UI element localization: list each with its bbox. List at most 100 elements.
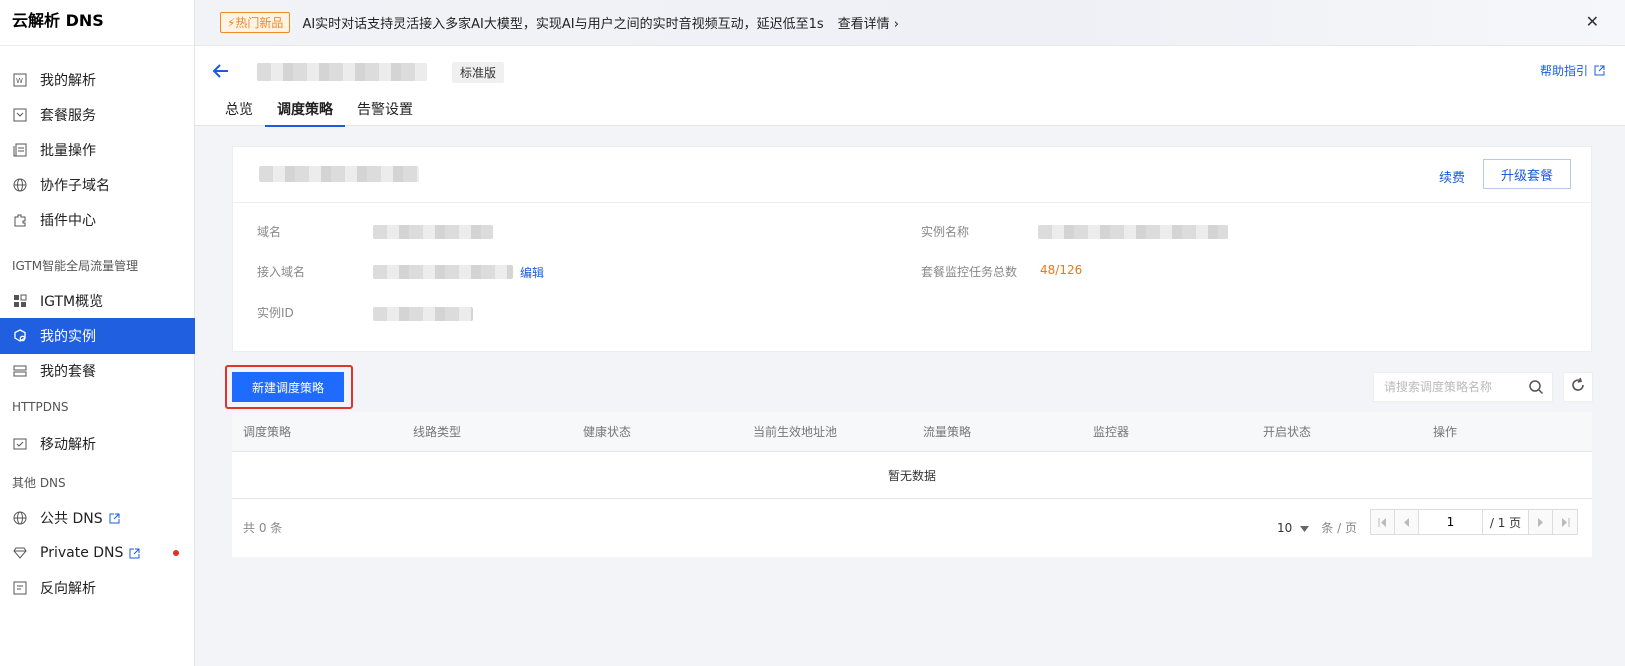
hot-new-tag: ⚡热门新品 xyxy=(220,12,291,33)
mobile-dns-icon xyxy=(12,436,28,452)
column-header: 当前生效地址池 xyxy=(753,425,838,439)
total-pages: / 1 页 xyxy=(1483,510,1529,534)
chevron-down-icon xyxy=(1300,521,1310,535)
page-size-unit: 条 / 页 xyxy=(1321,521,1357,535)
banner-text: AI实时对话支持灵活接入多家AI大模型，实现AI与用户之间的实时音视频互动，延迟… xyxy=(302,17,824,32)
grid-icon xyxy=(12,293,28,309)
domain-value-redacted xyxy=(373,225,493,239)
help-link[interactable]: 帮助指引 xyxy=(1540,62,1605,79)
sidebar-item-label: 我的解析 xyxy=(40,73,96,89)
tab-alarm-settings[interactable]: 告警设置 xyxy=(345,99,425,127)
monitor-total-value: 48/126 xyxy=(1040,263,1083,277)
monitor-total-label: 套餐监控任务总数 xyxy=(921,265,1018,279)
sidebar-item-plugin-center[interactable]: 插件中心 xyxy=(0,202,195,238)
tab-overview[interactable]: 总览 xyxy=(225,99,265,127)
package-icon xyxy=(12,107,28,123)
globe-icon xyxy=(12,510,28,526)
empty-state: 暂无数据 xyxy=(232,452,1592,499)
sidebar-item-private-dns[interactable]: Private DNS xyxy=(0,535,195,571)
sidebar-item-label: 反向解析 xyxy=(40,581,96,597)
reverse-icon xyxy=(12,580,28,596)
table-header: 调度策略 线路类型 健康状态 当前生效地址池 流量策略 监控器 开启状态 操作 xyxy=(232,412,1592,452)
instance-info-card: 续费 升级套餐 域名 接入域名 编辑 实例ID 实例名称 套餐监控任务总数 48… xyxy=(232,146,1592,352)
svg-text:W: W xyxy=(16,77,23,85)
sidebar-item-label: 协作子域名 xyxy=(40,178,110,194)
sidebar-item-label: 套餐服务 xyxy=(40,108,96,124)
sidebar-item-my-instance[interactable]: 我的实例 xyxy=(0,318,195,354)
column-header: 线路类型 xyxy=(413,425,462,439)
close-icon[interactable]: ✕ xyxy=(1586,12,1599,31)
pagination: / 1 页 xyxy=(1370,509,1578,535)
sidebar-item-label: 公共 DNS xyxy=(40,511,103,527)
back-arrow-icon[interactable] xyxy=(212,61,230,85)
plugin-icon xyxy=(12,212,28,228)
group-label-other-dns: 其他 DNS xyxy=(12,476,66,490)
sidebar-item-reverse-dns[interactable]: 反向解析 xyxy=(0,570,195,606)
last-page-icon[interactable] xyxy=(1553,510,1577,534)
page-size-select[interactable]: 10 条 / 页 xyxy=(1277,519,1357,536)
renew-link[interactable]: 续费 xyxy=(1439,167,1465,186)
sidebar-item-public-dns[interactable]: 公共 DNS xyxy=(0,500,195,536)
edition-badge: 标准版 xyxy=(452,62,505,83)
card-title-redacted xyxy=(259,166,419,182)
search-input[interactable] xyxy=(1384,380,1524,394)
group-label-igtm: IGTM智能全局流量管理 xyxy=(12,259,139,273)
diamond-icon xyxy=(12,545,28,561)
sidebar-item-igtm-overview[interactable]: IGTM概览 xyxy=(0,283,195,319)
help-label: 帮助指引 xyxy=(1539,64,1588,78)
column-header: 监控器 xyxy=(1093,425,1130,439)
tab-scheduling-policy[interactable]: 调度策略 xyxy=(265,99,345,127)
search-icon[interactable] xyxy=(1528,379,1544,399)
divider xyxy=(233,202,1591,203)
banner-details-link[interactable]: 查看详情 › xyxy=(838,13,899,32)
policy-table: 调度策略 线路类型 健康状态 当前生效地址池 流量策略 监控器 开启状态 操作 … xyxy=(232,412,1592,557)
first-page-icon[interactable] xyxy=(1371,510,1395,534)
sidebar-item-batch[interactable]: 批量操作 xyxy=(0,132,195,168)
sidebar: 云解析 DNS W 我的解析 套餐服务 批量操作 协作子域名 插件中心 IGTM… xyxy=(0,0,195,666)
total-count: 共 0 条 xyxy=(243,521,283,535)
sidebar-item-label: 批量操作 xyxy=(40,143,96,159)
edit-link[interactable]: 编辑 xyxy=(520,264,544,281)
notification-dot xyxy=(173,550,179,556)
external-link-icon xyxy=(129,548,140,559)
sidebar-item-collab-subdomain[interactable]: 协作子域名 xyxy=(0,167,195,203)
instance-id-value-redacted xyxy=(373,307,473,321)
next-page-icon[interactable] xyxy=(1529,510,1553,534)
column-header: 操作 xyxy=(1433,425,1458,439)
sidebar-item-mobile-dns[interactable]: 移动解析 xyxy=(0,426,195,462)
sidebar-item-label: Private DNS xyxy=(40,545,124,561)
page-number-input[interactable] xyxy=(1419,510,1483,534)
promo-banner: ⚡热门新品 AI实时对话支持灵活接入多家AI大模型，实现AI与用户之间的实时音视… xyxy=(195,0,1625,46)
tab-bar: 总览 调度策略 告警设置 xyxy=(225,99,425,127)
column-header: 健康状态 xyxy=(583,425,632,439)
column-header: 流量策略 xyxy=(923,425,972,439)
instance-icon xyxy=(12,328,28,344)
access-domain-label: 接入域名 xyxy=(257,265,306,279)
search-box xyxy=(1373,372,1553,402)
column-header: 开启状态 xyxy=(1263,425,1312,439)
new-scheduling-policy-button[interactable]: 新建调度策略 xyxy=(232,372,344,402)
page-size-value: 10 xyxy=(1277,520,1293,535)
column-header: 调度策略 xyxy=(243,425,292,439)
group-label-httpdns: HTTPDNS xyxy=(12,400,69,414)
external-link-icon xyxy=(109,513,120,524)
sidebar-item-my-package[interactable]: 我的套餐 xyxy=(0,353,195,389)
table-footer: 共 0 条 10 条 / 页 / 1 页 xyxy=(232,499,1592,555)
my-dns-icon: W xyxy=(12,72,28,88)
refresh-icon xyxy=(1570,377,1586,397)
instance-title-redacted xyxy=(257,63,427,81)
refresh-button[interactable] xyxy=(1563,372,1593,402)
sidebar-item-label: 我的套餐 xyxy=(40,364,96,380)
domain-label: 域名 xyxy=(257,225,282,239)
prev-page-icon[interactable] xyxy=(1395,510,1419,534)
batch-icon xyxy=(12,142,28,158)
sidebar-item-label: 我的实例 xyxy=(40,329,96,345)
sidebar-item-package[interactable]: 套餐服务 xyxy=(0,97,195,133)
instance-name-label: 实例名称 xyxy=(921,225,970,239)
product-title: 云解析 DNS xyxy=(0,0,194,46)
page-header: 标准版 帮助指引 总览 调度策略 告警设置 xyxy=(195,46,1625,127)
access-domain-value-redacted xyxy=(373,265,513,279)
upgrade-package-button[interactable]: 升级套餐 xyxy=(1483,159,1571,189)
sidebar-item-my-dns[interactable]: W 我的解析 xyxy=(0,62,195,98)
list-icon xyxy=(12,363,28,379)
